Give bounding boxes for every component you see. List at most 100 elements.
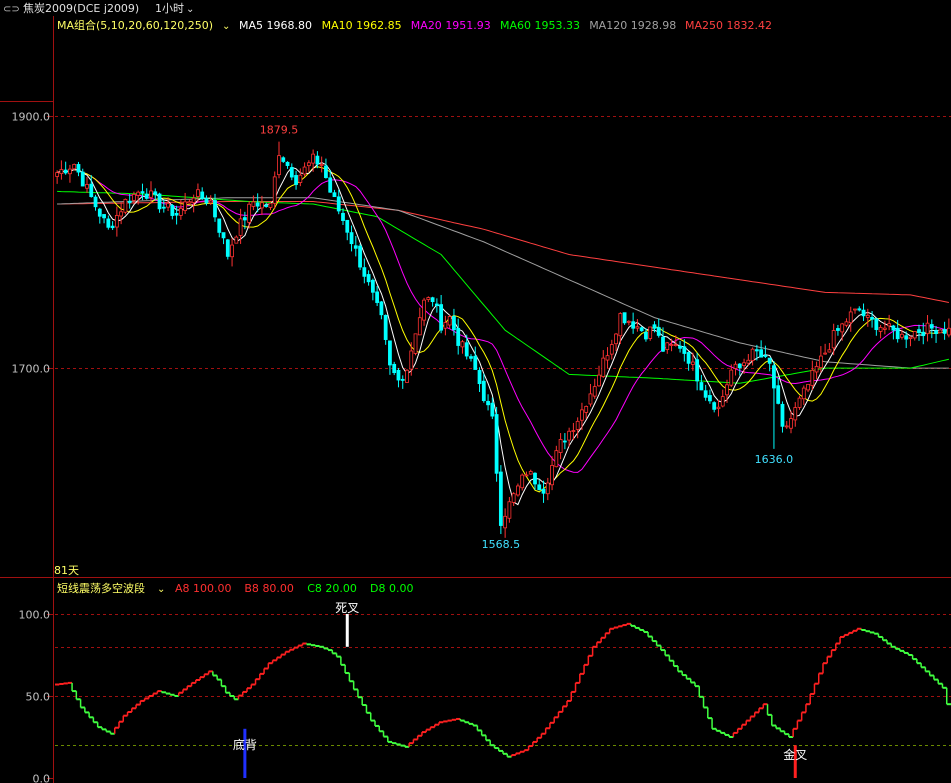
candle[interactable] [469, 354, 473, 362]
candle[interactable] [784, 421, 789, 429]
signal-marker[interactable]: 底背 [233, 728, 257, 778]
candle[interactable] [405, 368, 409, 383]
candle[interactable] [285, 161, 290, 169]
candle[interactable] [503, 508, 508, 538]
candle[interactable] [345, 219, 350, 241]
candle[interactable] [908, 335, 913, 347]
candle[interactable] [648, 326, 653, 341]
candle[interactable] [541, 480, 546, 503]
candle[interactable] [486, 394, 490, 411]
candle[interactable] [511, 492, 516, 507]
candle[interactable] [494, 406, 499, 482]
candle[interactable] [221, 232, 226, 245]
candle[interactable] [686, 351, 691, 371]
candle[interactable] [793, 402, 798, 427]
candle[interactable] [946, 318, 951, 338]
candle[interactable] [507, 497, 512, 523]
candle[interactable] [477, 367, 482, 392]
candle[interactable] [665, 342, 670, 354]
candle[interactable] [85, 176, 89, 193]
candle[interactable] [332, 189, 337, 198]
candle[interactable] [456, 318, 461, 355]
candle[interactable] [763, 345, 768, 359]
candle[interactable] [533, 472, 537, 490]
candle[interactable] [605, 347, 610, 369]
candle[interactable] [678, 341, 682, 353]
candle[interactable] [392, 361, 397, 376]
candle[interactable] [102, 214, 106, 224]
candle[interactable] [349, 225, 354, 252]
candle[interactable] [481, 373, 486, 403]
candle[interactable] [929, 319, 934, 339]
candle[interactable] [106, 215, 111, 230]
candle[interactable] [498, 465, 503, 535]
candle[interactable] [434, 298, 439, 313]
candle[interactable] [797, 395, 802, 410]
candle[interactable] [324, 158, 328, 179]
candle[interactable] [426, 296, 431, 303]
signal-marker[interactable]: 金叉 [783, 745, 807, 778]
candle[interactable] [537, 479, 542, 491]
candle[interactable] [400, 375, 405, 389]
candle[interactable] [439, 294, 444, 334]
candle[interactable] [942, 321, 947, 340]
candle[interactable] [447, 315, 452, 329]
candle[interactable] [225, 238, 230, 260]
candle[interactable] [823, 343, 828, 355]
candle[interactable] [601, 350, 606, 378]
menu-icon[interactable]: ⊂⊃ [3, 4, 20, 15]
candle[interactable] [161, 199, 166, 213]
candle[interactable] [720, 389, 725, 408]
candle[interactable] [938, 329, 943, 334]
candle[interactable] [528, 469, 533, 475]
candle[interactable] [110, 221, 115, 231]
candle[interactable] [669, 338, 674, 352]
candle[interactable] [814, 361, 819, 380]
candle[interactable] [554, 445, 559, 468]
candle[interactable] [341, 208, 345, 226]
candle[interactable] [230, 238, 234, 267]
candle[interactable] [644, 328, 648, 342]
candle[interactable] [917, 324, 921, 341]
candle[interactable] [144, 188, 149, 200]
chevron-down-icon[interactable]: ⌄ [186, 4, 194, 15]
candle[interactable] [362, 258, 367, 284]
candle[interactable] [912, 331, 917, 341]
candle[interactable] [520, 473, 525, 491]
candle[interactable] [861, 303, 866, 322]
candle[interactable] [827, 342, 832, 353]
candle[interactable] [281, 156, 286, 163]
candle[interactable] [430, 296, 435, 307]
candle[interactable] [635, 319, 640, 332]
candle[interactable] [780, 401, 785, 433]
candle[interactable] [703, 384, 708, 401]
candle[interactable] [123, 198, 128, 215]
candle[interactable] [272, 171, 277, 209]
chart-canvas[interactable]: ⊂⊃ 焦炭2009(DCE j2009) 1小时 ⌄ MA组合(5,10,20,… [0, 0, 951, 783]
candle[interactable] [59, 160, 64, 180]
candle[interactable] [656, 318, 661, 338]
candle[interactable] [874, 318, 879, 336]
candle[interactable] [422, 297, 426, 326]
candle[interactable] [558, 433, 563, 460]
candle[interactable] [76, 161, 81, 177]
candle[interactable] [89, 175, 94, 198]
candle[interactable] [413, 333, 418, 356]
candle[interactable] [789, 410, 793, 434]
candle[interactable] [848, 306, 853, 332]
candle[interactable] [353, 235, 358, 257]
candle[interactable] [114, 206, 119, 237]
candle[interactable] [708, 389, 712, 404]
candle[interactable] [396, 367, 401, 388]
candle[interactable] [289, 163, 294, 181]
candle[interactable] [801, 385, 806, 406]
candle[interactable] [776, 378, 781, 405]
candle[interactable] [750, 347, 755, 366]
candle[interactable] [97, 207, 102, 224]
candle[interactable] [234, 235, 239, 244]
candle[interactable] [699, 374, 704, 391]
candle[interactable] [733, 361, 738, 376]
candle[interactable] [516, 483, 520, 497]
candle[interactable] [626, 320, 631, 326]
candle[interactable] [545, 477, 550, 501]
